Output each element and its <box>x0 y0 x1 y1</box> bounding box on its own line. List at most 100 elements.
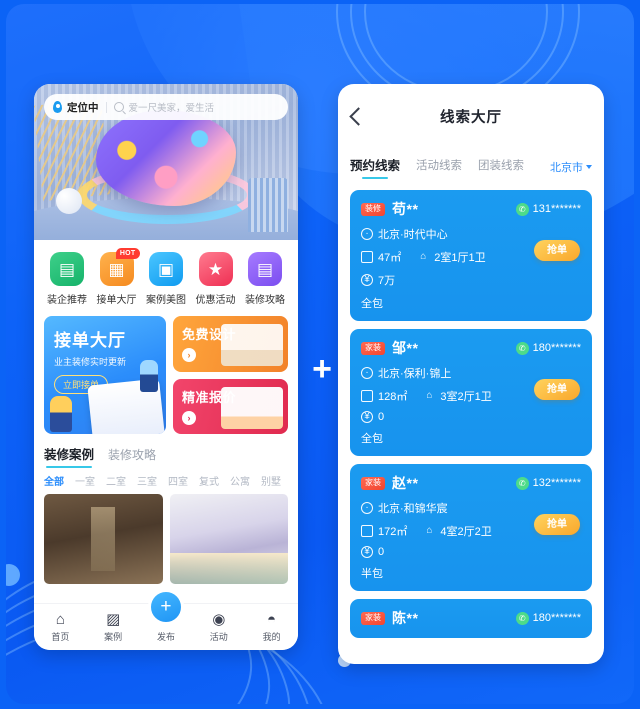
tabbar-label: 首页 <box>51 632 70 642</box>
promo-section: 接单大厅 业主装修实时更新 立即接单 免费设计 › 精准报价 › <box>34 314 298 442</box>
case-gallery-icon: ▣ <box>149 252 183 286</box>
chip-3room[interactable]: 三室 <box>137 473 157 488</box>
quick-entry-label: 案例美图 <box>146 295 186 306</box>
activity-icon: ◉ <box>212 611 226 628</box>
money-icon: ¥ <box>361 274 373 286</box>
quick-entry-anli[interactable]: ▣ 案例美图 <box>143 252 189 306</box>
quick-entry-label: 装修攻略 <box>245 295 285 306</box>
location-icon: · <box>361 502 373 514</box>
clue-phone-number: 131******* <box>532 203 581 215</box>
clue-budget: 0 <box>378 411 385 423</box>
tab-appointment-clues[interactable]: 预约线索 <box>350 155 400 179</box>
right-phone-mockup: 线索大厅 预约线索 活动线索 团装线索 北京市 装修 苟** ✆ 131****… <box>338 84 604 664</box>
tab-decoration-cases[interactable]: 装修案例 <box>44 444 94 468</box>
clue-card-header: 家装 赵** ✆ 132******* <box>361 473 581 493</box>
clue-package-row: 全包 <box>361 430 581 446</box>
guide-icon: ▤ <box>248 252 282 286</box>
location-label[interactable]: 定位中 <box>67 100 99 115</box>
clue-phone-number: 132******* <box>532 477 581 489</box>
plus-icon[interactable]: + <box>147 589 184 625</box>
quick-entry-gonglue[interactable]: ▤ 装修攻略 <box>242 252 288 306</box>
promo-accurate-quote-card[interactable]: 精准报价 › <box>173 378 288 434</box>
status-badge: 家装 <box>361 476 385 490</box>
clue-phone[interactable]: ✆ 131******* <box>515 202 581 216</box>
search-input-placeholder[interactable]: 爱一尺美家，爱生活 <box>129 100 215 114</box>
chip-villa[interactable]: 别墅 <box>261 473 281 488</box>
chip-2room[interactable]: 二室 <box>106 473 126 488</box>
grab-order-button[interactable]: 抢单 <box>534 514 580 535</box>
clue-layout: 2室1厅1卫 <box>434 252 486 264</box>
promotion-icon: ★ <box>198 252 233 286</box>
clue-card[interactable]: 家装 赵** ✆ 132******* · 北京·和锦华宸 172㎡ ⌂ 4室2… <box>350 464 592 591</box>
clue-address: 北京·时代中心 <box>378 229 448 241</box>
clue-phone[interactable]: ✆ 132******* <box>515 476 581 490</box>
tabbar-item-profile[interactable]: ◓ 我的 <box>249 611 295 643</box>
clue-address: 北京·和锦华宸 <box>378 503 448 515</box>
company-recommend-icon: ▤ <box>50 252 84 286</box>
arrow-right-icon[interactable]: › <box>182 348 196 362</box>
icon-glyph: ▦ <box>108 259 125 279</box>
clue-layout-group: ⌂ 4室2厅2卫 <box>423 523 491 539</box>
worker-illustration <box>50 396 72 432</box>
clue-card-header: 家装 邹** ✆ 180******* <box>361 338 581 358</box>
phone-icon: ✆ <box>515 611 529 625</box>
chip-1room[interactable]: 一室 <box>75 473 95 488</box>
clue-customer-name: 邹** <box>392 340 419 356</box>
status-badge: 家装 <box>361 341 385 355</box>
phone-icon: ✆ <box>515 202 529 216</box>
grab-order-button[interactable]: 抢单 <box>534 240 580 261</box>
icon-glyph: ▤ <box>256 259 274 279</box>
bottom-tab-bar: ⌂ 首页 ▨ 案例 + 发布 ◉ 活动 ◓ 我的 <box>34 589 298 650</box>
arrow-right-icon[interactable]: › <box>182 410 196 425</box>
money-icon: ¥ <box>361 546 373 558</box>
tab-group-clues[interactable]: 团装线索 <box>478 157 524 178</box>
clue-budget-row: ¥ 0 <box>361 411 581 423</box>
clue-package: 全包 <box>361 298 383 310</box>
tabbar-item-home[interactable]: ⌂ 首页 <box>37 611 83 643</box>
promo-order-hall-card[interactable]: 接单大厅 业主装修实时更新 立即接单 <box>44 316 166 434</box>
case-photo-livingroom[interactable] <box>169 494 288 584</box>
chip-4room[interactable]: 四室 <box>168 473 188 488</box>
tabbar-item-cases[interactable]: ▨ 案例 <box>90 611 136 643</box>
status-badge: 装修 <box>361 202 385 216</box>
person-icon: ◓ <box>267 611 277 628</box>
search-bar[interactable]: 定位中 爱一尺美家，爱生活 <box>44 94 288 120</box>
house-icon: ⌂ <box>426 390 433 401</box>
clue-customer-name: 苟** <box>392 201 419 217</box>
quick-entry-jiedan[interactable]: ▦ HOT 接单大厅 <box>94 248 140 306</box>
quick-entry-zhuanqi[interactable]: ▤ 装企推荐 <box>44 252 90 306</box>
clue-card[interactable]: 家装 邹** ✆ 180******* · 北京·保利·锦上 128㎡ ⌂ 3室… <box>350 329 592 456</box>
chip-apartment[interactable]: 公寓 <box>230 473 250 488</box>
grab-order-button[interactable]: 抢单 <box>534 379 580 400</box>
promo-free-design-card[interactable]: 免费设计 › <box>173 316 288 372</box>
clue-card[interactable]: 装修 苟** ✆ 131******* · 北京·时代中心 47㎡ ⌂ 2室1厅… <box>350 190 592 321</box>
case-photo-corridor[interactable] <box>44 494 163 584</box>
clue-customer-name: 陈** <box>392 610 419 626</box>
furniture-illustration <box>221 324 283 366</box>
quick-entry-label: 优惠活动 <box>195 295 236 306</box>
icon-glyph: ★ <box>207 259 224 279</box>
tab-activity-clues[interactable]: 活动线索 <box>416 157 462 178</box>
clue-phone[interactable]: ✆ 180******* <box>515 611 581 625</box>
tabbar-item-activity[interactable]: ◉ 活动 <box>196 611 242 643</box>
quick-entry-youhui[interactable]: ★ 优惠活动 <box>193 252 239 306</box>
clue-card[interactable]: 家装 陈** ✆ 180******* <box>350 599 592 638</box>
chip-duplex[interactable]: 复式 <box>199 473 219 488</box>
clue-phone[interactable]: ✆ 180******* <box>515 341 581 355</box>
clue-layout-group: ⌂ 3室2厅1卫 <box>423 388 491 404</box>
city-filter[interactable]: 北京市 <box>550 159 592 175</box>
icon-glyph: ▣ <box>157 259 175 279</box>
tabbar-label: 我的 <box>262 632 281 642</box>
icon-glyph: ▤ <box>58 259 76 279</box>
quick-entry-row: ▤ 装企推荐 ▦ HOT 接单大厅 ▣ 案例美图 ★ 优惠活动 ▤ 装修攻略 <box>34 240 298 314</box>
clue-package: 全包 <box>361 433 383 445</box>
house-icon: ⌂ <box>426 525 433 536</box>
tabbar-item-publish[interactable]: + 发布 <box>143 589 189 643</box>
chevron-down-icon <box>586 165 592 169</box>
location-icon: · <box>361 367 373 379</box>
tab-decoration-guides[interactable]: 装修攻略 <box>108 446 156 468</box>
left-phone-mockup: 定位中 爱一尺美家，爱生活 ▤ 装企推荐 ▦ HOT 接单大厅 ▣ 案例美图 ★ <box>34 84 298 650</box>
clue-package-row: 全包 <box>361 295 581 311</box>
hero-3d-art <box>96 110 236 206</box>
chip-all[interactable]: 全部 <box>44 473 64 488</box>
